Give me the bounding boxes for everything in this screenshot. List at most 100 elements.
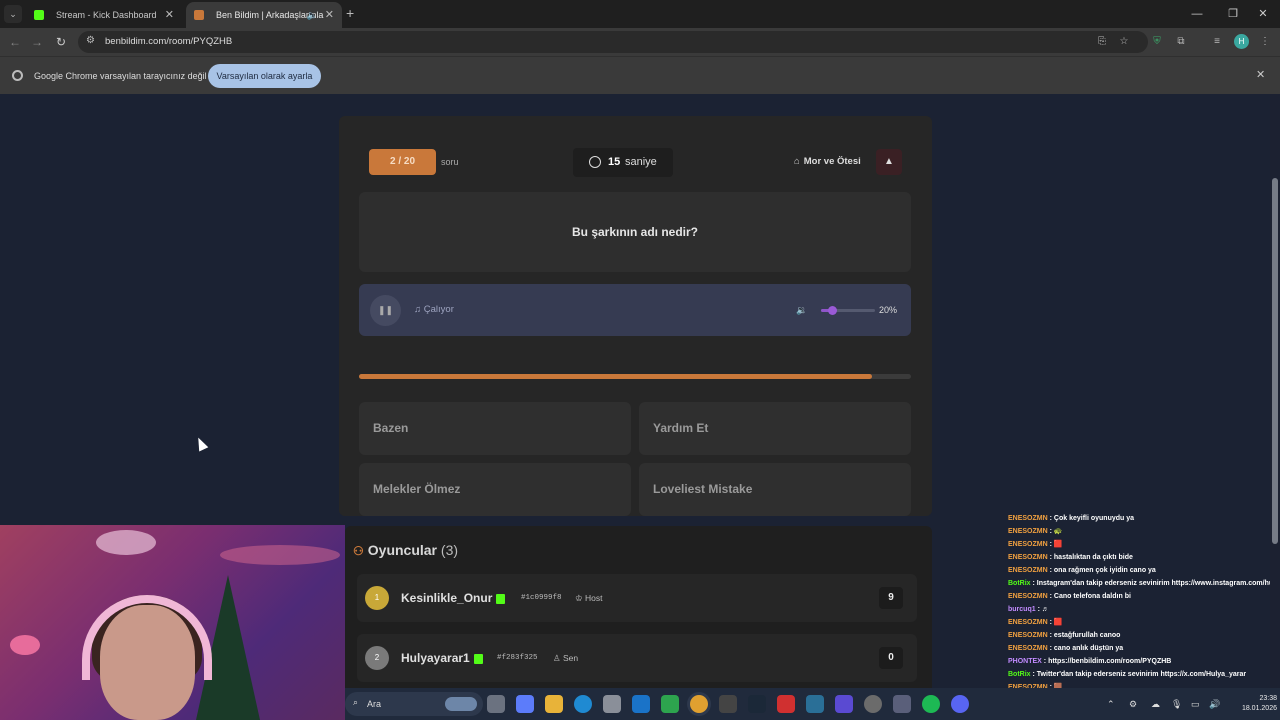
volume-slider-knob[interactable] [827, 306, 837, 315]
chrome-taskbar-icon[interactable] [690, 695, 708, 713]
chat-text: ♬ [1041, 606, 1049, 613]
default-browser-infobar: Google Chrome varsayılan tarayıcınız değ… [0, 56, 1280, 94]
question-box: Bu şarkının adı nedir? [359, 192, 911, 272]
player-role-text: Host [584, 593, 603, 603]
pause-button[interactable]: ❚❚ [370, 295, 401, 326]
browser-tabstrip: ⌄ Stream - Kick Dashboard ✕ Ben Bildim |… [0, 0, 1280, 28]
player-status-label: Çalıyor [423, 304, 454, 315]
set-default-button[interactable]: Varsayılan olarak ayarla [208, 64, 321, 88]
clock-date: 18.01.2026 [1241, 705, 1277, 712]
obs-icon[interactable] [864, 695, 882, 713]
maximize-button[interactable]: ❐ [1216, 0, 1250, 28]
minimize-button[interactable]: — [1180, 0, 1214, 28]
user-icon: ♙ [553, 653, 563, 663]
answer-option-3[interactable]: Melekler Ölmez [359, 463, 631, 516]
answer-label: Yardım Et [653, 421, 709, 435]
tab-search-icon[interactable]: ⌄ [4, 5, 22, 23]
chat-username: ENESOZMN [1008, 554, 1048, 561]
question-text: Bu şarkının adı nedir? [571, 225, 699, 239]
kick-app-icon[interactable] [661, 695, 679, 713]
chat-message: ENESOZMN : 🟥 [1008, 538, 1270, 551]
player-role: ♙ Sen [553, 634, 578, 682]
scrollbar-thumb[interactable] [1272, 178, 1278, 544]
install-icon[interactable]: ⎘ [1094, 34, 1110, 50]
volume-icon[interactable]: 🔉 [796, 284, 807, 336]
steam-icon[interactable] [748, 695, 766, 713]
reload-button[interactable]: ↻ [52, 33, 70, 51]
close-infobar-icon[interactable]: ✕ [1256, 68, 1265, 81]
page-scrollbar[interactable] [1270, 94, 1280, 720]
chat-text: 🐢 [1053, 528, 1063, 535]
game-card: 2 / 20 soru 15 saniye ⌂ Mor ve Ötesi ▲ Bu… [339, 116, 932, 516]
menu-icon[interactable]: ⋮ [1256, 33, 1274, 51]
chat-username: PHONTEX [1008, 658, 1042, 665]
search-icon: ⌕ [353, 697, 359, 707]
profile-avatar[interactable]: H [1234, 34, 1249, 49]
spotify-icon[interactable] [922, 695, 940, 713]
warning-icon: ▲ [884, 156, 894, 167]
music-note-icon: ♫ [414, 304, 424, 315]
chat-text: 🟥 [1053, 541, 1063, 548]
answer-option-2[interactable]: Yardım Et [639, 402, 911, 455]
window-close-button[interactable]: ✕ [1246, 0, 1280, 28]
shield-extension-icon[interactable]: ⛨ [1148, 33, 1166, 51]
tray-icon[interactable]: ⚙ [1129, 688, 1137, 720]
tab-benbildim[interactable]: Ben Bildim | Arkadaşlarınla 🔈 ✕ [186, 2, 342, 28]
file-explorer-icon[interactable] [545, 695, 563, 713]
store-icon[interactable] [603, 695, 621, 713]
epic-games-icon[interactable] [719, 695, 737, 713]
chat-text: 🟥 [1053, 619, 1063, 626]
bookmark-star-icon[interactable]: ☆ [1116, 34, 1132, 50]
close-icon[interactable]: ✕ [165, 2, 174, 28]
app-icon[interactable] [893, 695, 911, 713]
url-text: benbildim.com/room/PYQZHB [105, 36, 233, 47]
speaker-icon[interactable]: 🔈 [307, 2, 318, 28]
chat-message: ENESOZMN : estağfurullah canoo [1008, 629, 1270, 642]
site-info-icon[interactable]: ⚙ [86, 35, 95, 46]
chevron-up-icon[interactable]: ⌃ [1107, 688, 1115, 720]
player-name: Hulyayarar1 [401, 634, 483, 682]
close-icon[interactable]: ✕ [325, 2, 334, 28]
player-role: ♔ Host [575, 574, 602, 622]
report-button[interactable]: ▲ [876, 149, 902, 175]
chat-username: ENESOZMN [1008, 632, 1048, 639]
taskbar-search[interactable]: ⌕ Ara [345, 692, 483, 716]
onedrive-icon[interactable]: ☁ [1151, 688, 1160, 720]
outlook-icon[interactable] [632, 695, 650, 713]
rank-badge: 2 [365, 646, 389, 670]
chat-message: ENESOZMN : ona rağmen çok iyidin cano ya [1008, 564, 1270, 577]
browser-toolbar: ← → ↻ ⚙ benbildim.com/room/PYQZHB ⎘ ☆ ⛨ … [0, 28, 1280, 56]
answer-label: Melekler Ölmez [373, 482, 461, 496]
chat-username: ENESOZMN [1008, 619, 1048, 626]
player-role-text: Sen [562, 653, 579, 663]
answer-option-1[interactable]: Bazen [359, 402, 631, 455]
tab-kick-dashboard[interactable]: Stream - Kick Dashboard ✕ [26, 2, 182, 28]
task-view-icon[interactable] [487, 695, 505, 713]
answer-option-4[interactable]: Loveliest Mistake [639, 463, 911, 516]
player-id: #f283f325 [497, 654, 538, 662]
speaker-icon[interactable]: 🔊 [1209, 688, 1220, 720]
player-name: Kesinlikle_Onur [401, 574, 506, 622]
chat-text: https://benbildim.com/room/PYQZHB [1048, 658, 1172, 665]
network-icon[interactable]: ▭ [1191, 688, 1200, 720]
forward-button[interactable]: → [28, 33, 46, 51]
players-title: ⚇ Oyuncular (3) [353, 542, 458, 558]
copilot-icon[interactable] [516, 695, 534, 713]
new-tab-button[interactable]: + [346, 4, 360, 22]
app-icon[interactable] [806, 695, 824, 713]
chat-text: ona rağmen çok iyidin cano ya [1053, 567, 1156, 574]
chat-username: ENESOZMN [1008, 541, 1048, 548]
volume-slider[interactable] [821, 306, 875, 315]
address-bar[interactable]: ⚙ benbildim.com/room/PYQZHB ⎘ ☆ [78, 31, 1148, 53]
media-controls-icon[interactable]: ≡ [1208, 33, 1226, 51]
edge-icon[interactable] [574, 695, 592, 713]
app-icon[interactable] [835, 695, 853, 713]
microphone-icon[interactable]: 🎙 [1171, 688, 1182, 720]
discord-icon[interactable] [951, 695, 969, 713]
taskbar-clock[interactable]: 23:38 18.01.2026 [1225, 694, 1277, 714]
users-icon: ⚇ [353, 544, 364, 558]
benbildim-icon [194, 10, 204, 20]
app-icon[interactable] [777, 695, 795, 713]
extensions-icon[interactable]: ⧉ [1172, 33, 1190, 51]
back-button[interactable]: ← [6, 33, 24, 51]
